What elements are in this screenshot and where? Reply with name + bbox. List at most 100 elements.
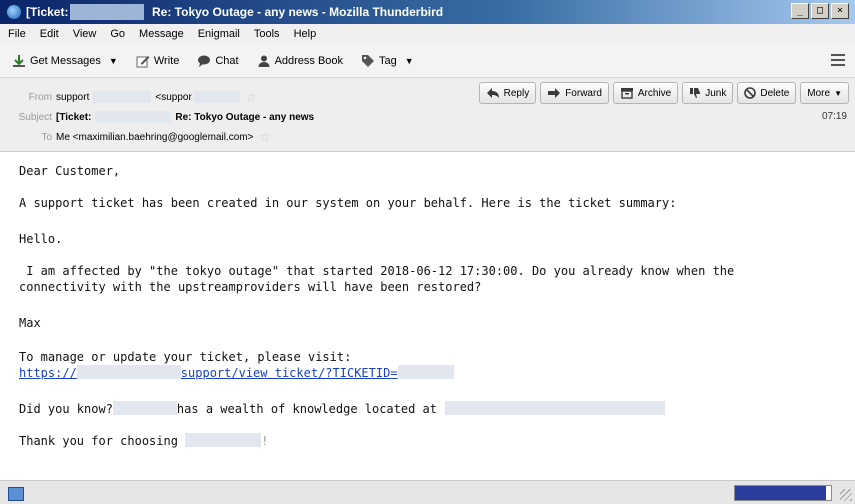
chevron-down-icon[interactable]: ▼	[109, 56, 118, 66]
delete-label: Delete	[760, 87, 790, 99]
app-menu-icon[interactable]	[831, 54, 845, 66]
message-header: From support <suppor ☆ Subject [Ticket: …	[0, 78, 855, 152]
redacted-ticket-id	[95, 111, 172, 123]
message-time: 07:19	[821, 111, 847, 122]
to-value[interactable]: Me <maximilian.baehring@googlemail.com>	[56, 132, 253, 143]
address-book-label: Address Book	[274, 54, 344, 67]
junk-label: Junk	[705, 87, 727, 99]
online-status-icon[interactable]	[8, 487, 24, 501]
archive-box-icon	[620, 88, 633, 99]
download-icon	[13, 54, 25, 67]
activity-progress-bar	[734, 485, 832, 501]
from-name[interactable]: support	[56, 92, 89, 103]
thumbs-down-icon	[690, 88, 701, 98]
no-entry-icon	[744, 87, 757, 99]
get-messages-label: Get Messages	[30, 54, 101, 67]
star-icon[interactable]: ☆	[259, 130, 270, 144]
chat-bubble-icon	[198, 55, 211, 67]
greeting-line: Dear Customer,	[19, 164, 121, 178]
redacted-ticket-id	[70, 4, 144, 20]
redacted-ticket-id	[397, 365, 454, 379]
maximize-button[interactable]: □	[811, 3, 829, 19]
tag-label: Tag	[379, 54, 397, 67]
menu-file[interactable]: File	[8, 28, 26, 40]
chat-button[interactable]: Chat	[193, 50, 242, 72]
from-label: From	[28, 91, 52, 103]
did-you-know-text: Did you know?	[19, 402, 113, 416]
minimize-button[interactable]: _	[791, 3, 809, 19]
contact-icon	[258, 55, 270, 67]
knowledge-text: has a wealth of knowledge located at	[176, 402, 438, 416]
progress-fill	[735, 486, 827, 500]
thunderbird-icon	[6, 4, 22, 20]
hello-line: Hello.	[19, 232, 63, 246]
message-actions: Reply Forward Archive Junk Delete More ▼	[478, 82, 849, 104]
reply-arrow-icon	[486, 88, 499, 98]
to-row: To Me <maximilian.baehring@googlemail.co…	[0, 128, 270, 146]
reply-label: Reply	[503, 87, 530, 99]
redacted-address	[193, 91, 240, 103]
thanks-line: Thank you for choosing !	[19, 433, 268, 449]
write-button[interactable]: Write	[132, 50, 183, 72]
signature-line: Max	[19, 316, 41, 330]
forward-button[interactable]: Forward	[540, 82, 609, 104]
manage-line: To manage or update your ticket, please …	[19, 350, 352, 364]
main-toolbar: Get Messages ▼ Write Chat Address Book T…	[0, 44, 855, 78]
thanks-end: !	[261, 434, 269, 448]
window-title-prefix: [Ticket:	[26, 5, 69, 19]
redacted-company	[112, 401, 177, 415]
ticket-link[interactable]: support/view ticket/?TICKETID=	[181, 366, 398, 380]
chevron-down-icon[interactable]: ▼	[405, 56, 414, 66]
subject-row: Subject [Ticket: Re: Tokyo Outage - any …	[0, 108, 314, 126]
menu-tools[interactable]: Tools	[254, 28, 280, 40]
redacted-domain	[76, 365, 181, 379]
more-label: More	[807, 87, 831, 99]
subject-prefix: [Ticket:	[56, 111, 92, 123]
tag-icon	[362, 54, 375, 67]
intro-line: A support ticket has been created in our…	[19, 196, 677, 210]
chat-label: Chat	[215, 54, 239, 67]
redacted-company	[185, 433, 262, 447]
thanks-text: Thank you for choosing	[19, 434, 178, 448]
close-button[interactable]: ×	[831, 3, 849, 19]
window-title: Re: Tokyo Outage - any news - Mozilla Th…	[152, 5, 444, 19]
delete-button[interactable]: Delete	[737, 82, 797, 104]
more-button[interactable]: More ▼	[800, 82, 849, 104]
resize-grip-icon[interactable]	[840, 489, 852, 501]
menu-view[interactable]: View	[73, 28, 97, 40]
window-controls: _ □ ×	[791, 3, 849, 19]
tag-button[interactable]: Tag ▼	[357, 50, 418, 72]
menu-go[interactable]: Go	[110, 28, 125, 40]
pencil-icon	[136, 55, 150, 67]
question-line-2: connectivity with the upstreamproviders …	[19, 280, 482, 294]
star-icon[interactable]: ☆	[246, 90, 257, 104]
address-book-button[interactable]: Address Book	[253, 50, 347, 72]
from-row: From support <suppor ☆	[0, 88, 257, 106]
forward-arrow-icon	[548, 88, 561, 98]
menu-help[interactable]: Help	[294, 28, 317, 40]
chevron-down-icon: ▼	[834, 88, 842, 98]
subject-label: Subject	[18, 111, 52, 123]
title-bar: [Ticket: Re: Tokyo Outage - any news - M…	[0, 0, 855, 24]
ticket-link-start[interactable]: https://	[19, 366, 77, 380]
did-you-know-line: Did you know? has a wealth of knowledge l…	[19, 401, 666, 417]
archive-button[interactable]: Archive	[612, 82, 679, 104]
to-label: To	[41, 131, 52, 143]
reply-button[interactable]: Reply	[478, 82, 537, 104]
redacted-kb-link	[445, 401, 666, 415]
status-bar	[0, 480, 855, 504]
write-label: Write	[153, 54, 180, 67]
subject-text: Re: Tokyo Outage - any news	[175, 111, 315, 123]
ticket-link-line: https:// support/view ticket/?TICKETID=	[19, 365, 454, 381]
question-line-1: I am affected by "the tokyo outage" that…	[19, 264, 735, 278]
get-messages-button[interactable]: Get Messages ▼	[8, 50, 122, 72]
redacted-sender	[93, 91, 152, 103]
from-address[interactable]: <suppor	[155, 92, 191, 103]
menu-enigmail[interactable]: Enigmail	[198, 28, 240, 40]
archive-label: Archive	[637, 87, 672, 99]
menu-bar: File Edit View Go Message Enigmail Tools…	[0, 24, 855, 44]
menu-message[interactable]: Message	[139, 28, 184, 40]
junk-button[interactable]: Junk	[682, 82, 734, 104]
forward-label: Forward	[565, 87, 602, 99]
menu-edit[interactable]: Edit	[40, 28, 59, 40]
